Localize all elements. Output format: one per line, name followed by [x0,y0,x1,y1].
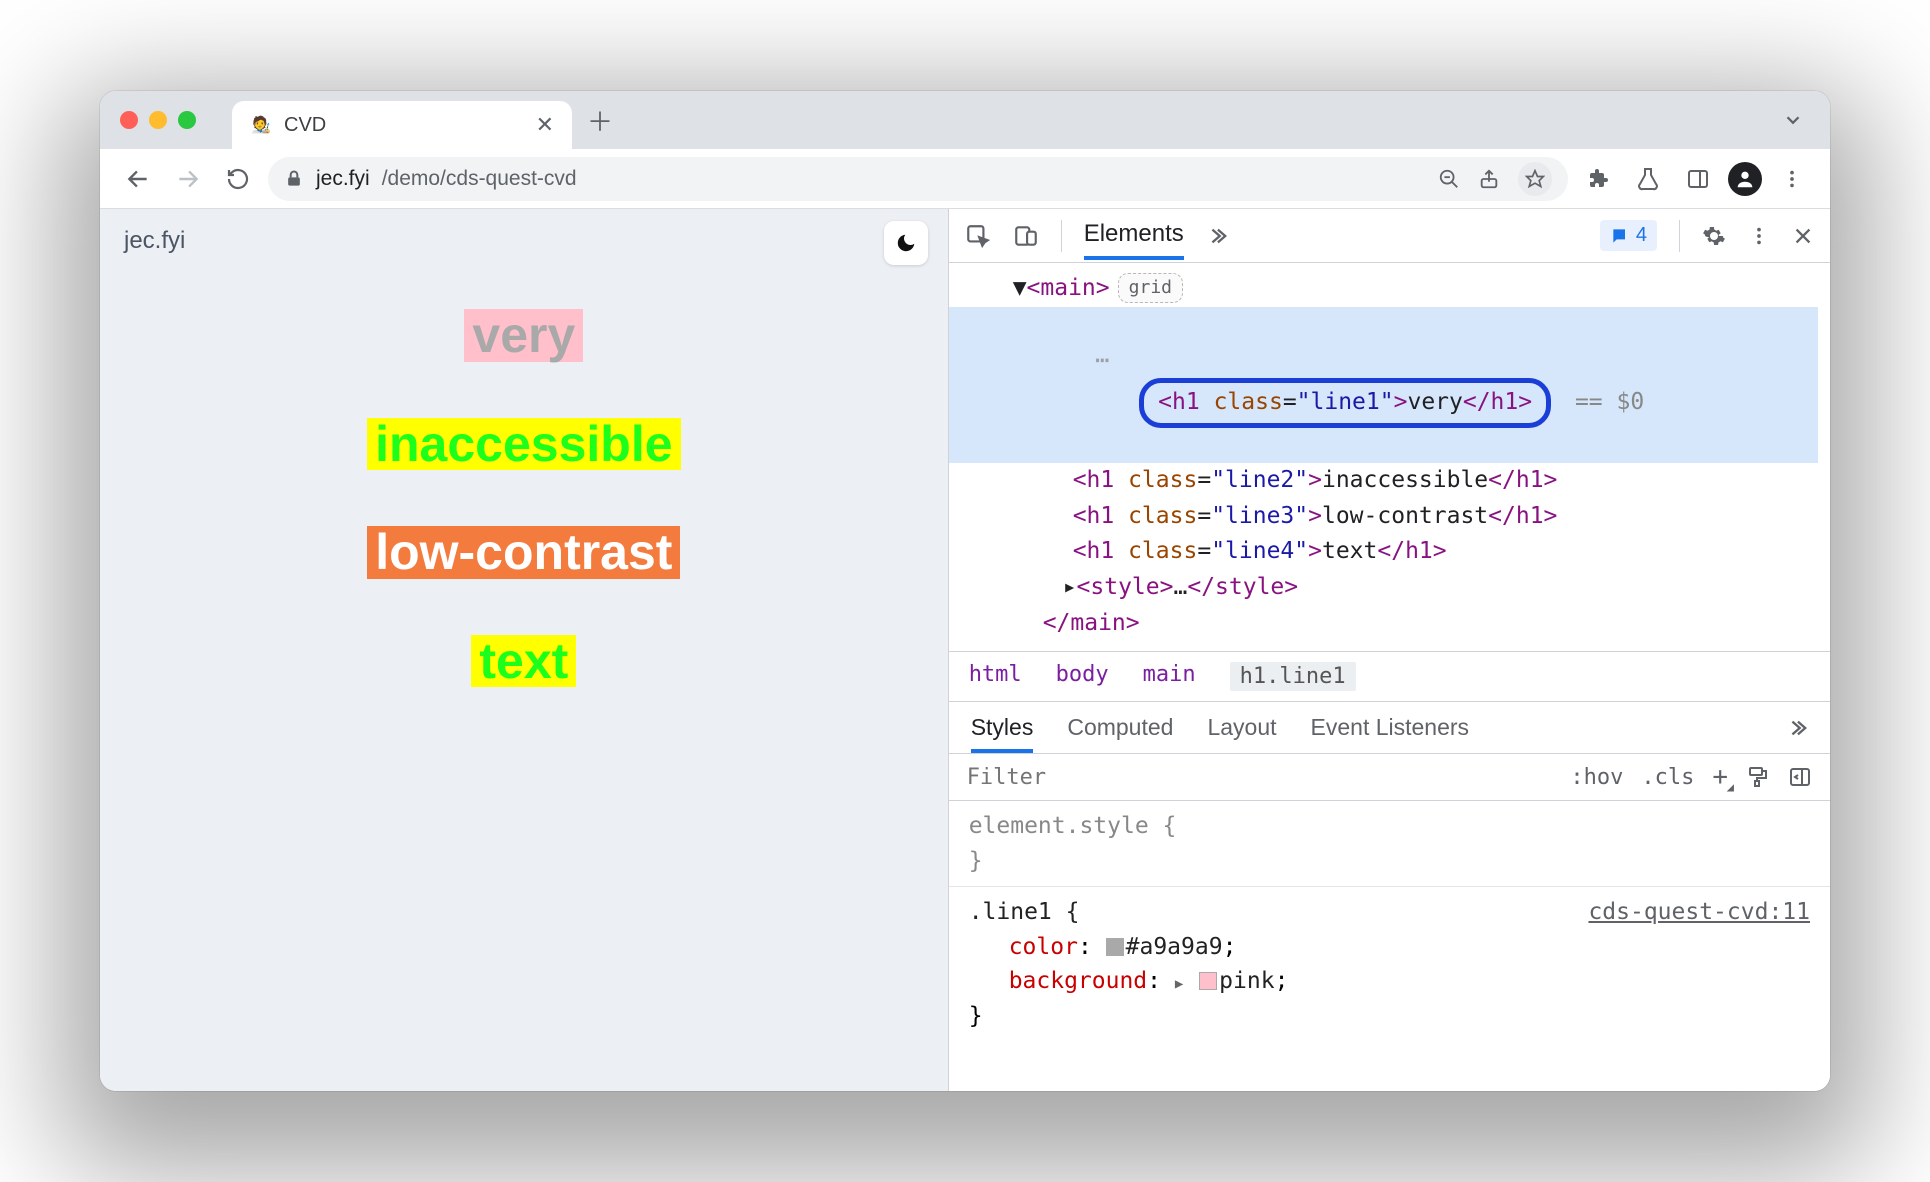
demo-line1: very [464,309,583,362]
settings-gear-icon[interactable] [1702,224,1726,248]
crumb-main[interactable]: main [1143,662,1196,691]
labs-icon[interactable] [1628,159,1668,199]
expand-shorthand-icon[interactable]: ▶ [1175,974,1183,995]
crumb-body[interactable]: body [1056,662,1109,691]
devtools-close-icon[interactable] [1792,225,1814,247]
demo-line2: inaccessible [367,418,680,471]
decl-bg-prop[interactable]: background [1009,968,1147,994]
dom-node-h1-line4[interactable]: <h1 class="line4">text</h1> [973,534,1818,570]
url-path: /demo/cds-quest-cvd [382,167,577,191]
lock-icon [284,169,304,189]
cls-toggle[interactable]: .cls [1641,765,1694,790]
pane-tab-computed[interactable]: Computed [1067,714,1173,741]
browser-tab[interactable]: 🧑‍🎨 CVD ✕ [232,101,572,149]
element-style-selector: element.style { [969,813,1177,839]
url-host: jec.fyi [316,167,370,191]
tab-favicon: 🧑‍🎨 [250,114,272,136]
close-window-button[interactable] [120,111,138,129]
issues-counter[interactable]: 4 [1600,220,1657,251]
window-controls [120,111,196,129]
devtools-panel: Elements 4 ▼<main>grid ⋯ <h1 class="line… [948,209,1830,1091]
tab-list-chevron-icon[interactable] [1782,109,1804,131]
dom-node-h1-line1[interactable]: ⋯ <h1 class="line1">very</h1> == $0 [949,307,1818,464]
devtools-toolbar: Elements 4 [949,209,1830,263]
pane-tabs-overflow-icon[interactable] [1786,717,1808,739]
devtools-tabs-overflow-icon[interactable] [1206,225,1228,247]
dom-node-h1-line3[interactable]: <h1 class="line3">low-contrast</h1> [973,499,1818,535]
site-logo-text: jec.fyi [124,227,185,255]
demo-line4: text [471,635,576,688]
rule-source-link[interactable]: cds-quest-cvd:11 [1588,895,1810,930]
forward-button[interactable] [168,159,208,199]
inspect-icon[interactable] [965,223,991,249]
new-style-rule-icon[interactable]: +◢ [1712,762,1728,792]
demo-line3: low-contrast [367,526,680,579]
grid-badge[interactable]: grid [1118,273,1183,303]
pane-tab-event-listeners[interactable]: Event Listeners [1311,714,1470,741]
issues-count: 4 [1636,224,1647,247]
address-bar[interactable]: jec.fyi/demo/cds-quest-cvd [268,157,1568,201]
side-panel-icon[interactable] [1678,159,1718,199]
new-tab-button[interactable]: ＋ [580,100,620,140]
styles-pane-tabs: Styles Computed Layout Event Listeners [949,702,1830,754]
styles-filter-input[interactable] [967,765,1553,790]
extensions-icon[interactable] [1578,159,1618,199]
close-tab-icon[interactable]: ✕ [536,112,554,138]
crumb-html[interactable]: html [969,662,1022,691]
device-toggle-icon[interactable] [1013,223,1039,249]
tab-title: CVD [284,114,524,137]
bg-swatch-icon[interactable] [1199,972,1217,990]
demo-content: very inaccessible low-contrast text [367,309,680,687]
decl-color-prop[interactable]: color [1009,934,1078,960]
dom-row-actions-icon[interactable]: ⋯ [1095,342,1109,379]
fullscreen-window-button[interactable] [178,111,196,129]
tab-strip: 🧑‍🎨 CVD ✕ ＋ [100,91,1830,149]
pane-tab-styles[interactable]: Styles [971,714,1034,753]
theme-toggle-button[interactable] [884,221,928,265]
zoom-icon[interactable] [1438,168,1460,190]
decl-color-value[interactable]: #a9a9a9 [1126,934,1223,960]
styles-rules[interactable]: element.style { } cds-quest-cvd:11 .line… [949,801,1830,1091]
pane-tab-layout[interactable]: Layout [1207,714,1276,741]
browser-window: 🧑‍🎨 CVD ✕ ＋ jec.fyi/demo/cds-quest-cvd [100,91,1830,1091]
page-viewport: jec.fyi very inaccessible low-contrast t… [100,209,948,1091]
hov-toggle[interactable]: :hov [1570,765,1623,790]
devtools-tab-elements[interactable]: Elements [1084,220,1184,260]
share-icon[interactable] [1478,168,1500,190]
back-button[interactable] [118,159,158,199]
styles-filter-bar: :hov .cls +◢ [949,754,1830,801]
paint-icon[interactable] [1746,765,1770,789]
crumb-h1-line1[interactable]: h1.line1 [1230,662,1356,691]
dom-node-h1-line2[interactable]: <h1 class="line2">inaccessible</h1> [973,463,1818,499]
dom-tree[interactable]: ▼<main>grid ⋯ <h1 class="line1">very</h1… [949,263,1830,651]
browser-toolbar: jec.fyi/demo/cds-quest-cvd [100,149,1830,209]
bookmark-star-icon[interactable] [1518,162,1552,196]
devtools-kebab-icon[interactable] [1748,225,1770,247]
decl-bg-value[interactable]: pink [1219,968,1274,994]
profile-avatar[interactable] [1728,162,1762,196]
rule-selector[interactable]: .line1 { [969,899,1080,925]
minimize-window-button[interactable] [149,111,167,129]
dom-breadcrumbs[interactable]: html body main h1.line1 [949,651,1830,702]
dom-node-style[interactable]: ▸<style>…</style> [973,570,1818,606]
kebab-menu-icon[interactable] [1772,159,1812,199]
computed-sidebar-toggle-icon[interactable] [1788,765,1812,789]
reload-button[interactable] [218,159,258,199]
color-swatch-icon[interactable] [1106,938,1124,956]
